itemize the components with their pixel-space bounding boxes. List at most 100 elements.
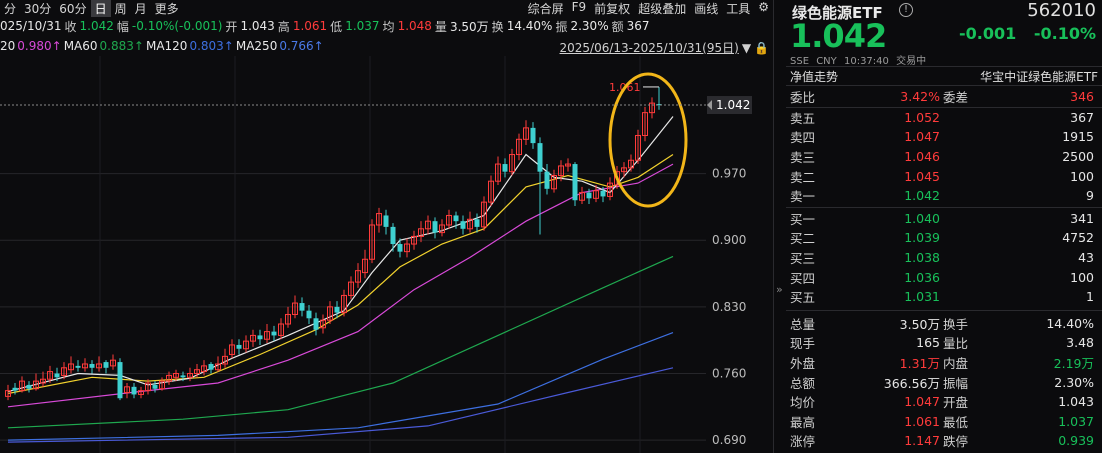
amplitude-value: 2.30% — [570, 19, 609, 33]
stat-value: 14.40% — [1046, 315, 1094, 331]
ask-row: 卖三 1.046 2500 — [786, 147, 1102, 167]
dropdown-triangle-icon[interactable]: ▼ — [742, 41, 751, 55]
ask-row: 卖五 1.052 367 — [786, 108, 1102, 128]
high-label: 高 — [277, 19, 290, 34]
stat-value: 0.939 — [1058, 433, 1094, 449]
stat-label: 振幅 — [943, 375, 969, 391]
stat-value: 2.19万 — [1053, 356, 1094, 372]
date-range-label[interactable]: 2025/06/13-2025/10/31(95日) — [560, 39, 739, 56]
candle-body — [313, 318, 319, 330]
period-60min[interactable]: 60分 — [55, 0, 90, 17]
bid-volume: 43 — [1078, 250, 1094, 266]
forward-adjust-button[interactable]: 前复权 — [590, 0, 634, 17]
candle-body — [152, 384, 158, 389]
low-label: 低 — [330, 19, 343, 34]
ma20-label: 20 — [0, 39, 16, 53]
quote-summary-row: 025/10/31 收 1.042 幅 -0.10%(-0.001) 开 1.0… — [0, 17, 773, 35]
y-tick-label: 0.830 — [712, 300, 746, 314]
candle-body — [586, 192, 592, 199]
candle-body — [257, 335, 263, 340]
y-tick-label: 0.970 — [712, 167, 746, 181]
low-value: 1.037 — [345, 19, 380, 33]
chart-tools: 综合屏 F9 前复权 超级叠加 画线 工具 ⚙ — [524, 0, 773, 17]
period-more[interactable]: 更多 — [151, 0, 183, 17]
collapse-arrow-icon[interactable]: » — [776, 283, 783, 296]
candle-body — [397, 244, 403, 252]
candle-body — [117, 362, 123, 399]
change-value: -0.10%(-0.001) — [131, 19, 223, 33]
ask-label: 卖二 — [790, 169, 816, 185]
period-day[interactable]: 日 — [90, 0, 111, 17]
stat-label: 总额 — [790, 375, 816, 391]
quote-panel: 绿色能源ETF ! 562010 1.042 -0.001 -0.10% SSE… — [786, 0, 1102, 453]
market-meta: SSE CNY 10:37:40 交易中 — [790, 52, 930, 67]
security-code: 562010 — [1027, 0, 1096, 21]
ask-price: 1.047 — [904, 129, 940, 145]
divider-line — [786, 309, 1102, 311]
draw-line-button[interactable]: 画线 — [690, 0, 722, 17]
candle-body — [26, 384, 32, 389]
stat-value: 1.147 — [904, 433, 940, 449]
candle-body — [334, 306, 340, 313]
stat-value: 1.31万 — [899, 356, 940, 372]
period-minute[interactable]: 分 — [0, 0, 20, 17]
candle-body — [12, 387, 18, 391]
amount-label: 额 — [611, 19, 624, 34]
weibi-label: 委比 — [790, 90, 816, 106]
y-tick-label: 0.900 — [712, 233, 746, 247]
high-value: 1.061 — [292, 19, 328, 33]
ask-label: 卖四 — [790, 130, 816, 146]
ask-label: 卖五 — [790, 110, 816, 126]
last-price: 1.042 — [790, 17, 887, 55]
ask-row: 卖四 1.047 1915 — [786, 127, 1102, 147]
candle-body — [180, 375, 186, 378]
change-pct: -0.10% — [1033, 24, 1096, 43]
ma120-line — [7, 332, 674, 441]
ask-price: 1.045 — [904, 168, 940, 184]
bid-row: 买四 1.036 100 — [786, 267, 1102, 287]
info-icon[interactable]: ! — [899, 3, 913, 17]
stat-value: 3.50万 — [899, 316, 940, 332]
bid-volume: 4752 — [1062, 230, 1094, 246]
panel-divider[interactable]: » — [773, 0, 785, 453]
stat-label: 均价 — [790, 395, 816, 411]
f9-button[interactable]: F9 — [568, 0, 591, 17]
period-month[interactable]: 月 — [131, 0, 151, 17]
candle-body — [103, 362, 109, 368]
stat-label: 跌停 — [943, 434, 969, 450]
stat-label: 外盘 — [790, 356, 816, 372]
highlight-circle — [608, 72, 688, 208]
fund-full-name[interactable]: 华宝中证绿色能源ETF — [980, 68, 1098, 85]
bid-price: 1.040 — [904, 210, 940, 226]
super-overlay-button[interactable]: 超级叠加 — [634, 0, 690, 17]
candle-body — [236, 344, 242, 349]
composite-screen-button[interactable]: 综合屏 — [524, 0, 568, 17]
bid-volume: 341 — [1070, 210, 1094, 226]
stat-value: 1.061 — [904, 413, 940, 429]
kline-chart[interactable]: 0.9700.9000.8300.7600.6901.0611.042 — [0, 56, 773, 453]
ask-volume: 9 — [1086, 188, 1094, 204]
lock-icon[interactable]: 🔒 — [754, 41, 769, 55]
tab-nav-trend[interactable]: 净值走势 — [790, 68, 838, 85]
candle-body — [502, 164, 508, 172]
stat-value: 3.48 — [1066, 335, 1094, 351]
stat-row: 最高 1.061 最低 1.037 — [786, 412, 1102, 432]
stat-row: 涨停 1.147 跌停 0.939 — [786, 431, 1102, 451]
bid-row: 买三 1.038 43 — [786, 248, 1102, 268]
current-price-label: 1.042 — [716, 98, 750, 112]
gear-icon[interactable]: ⚙ — [754, 0, 773, 17]
date-range[interactable]: 2025/06/13-2025/10/31(95日) ▼ 🔒 — [560, 39, 769, 56]
period-30min[interactable]: 30分 — [20, 0, 55, 17]
divider-line — [786, 206, 1102, 208]
stat-value: 165 — [916, 335, 940, 351]
period-week[interactable]: 周 — [111, 0, 131, 17]
weicha-label: 委差 — [943, 90, 969, 106]
stat-label: 现手 — [790, 336, 816, 352]
candle-body — [572, 164, 578, 201]
stat-label: 内盘 — [943, 356, 969, 372]
bid-label: 买五 — [790, 290, 816, 306]
candle-body — [537, 143, 543, 172]
stat-value: 1.037 — [1058, 413, 1094, 429]
tools-button[interactable]: 工具 — [722, 0, 754, 17]
ask-price: 1.046 — [904, 149, 940, 165]
